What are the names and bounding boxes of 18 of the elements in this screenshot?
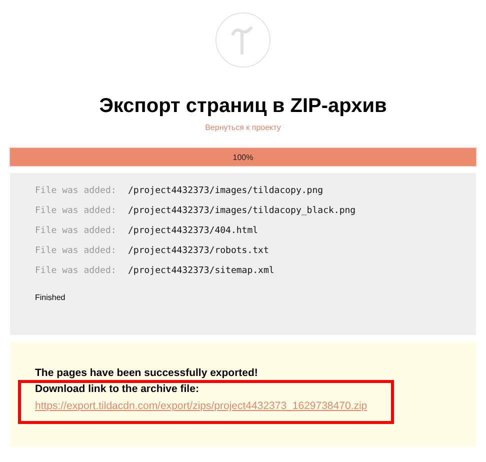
log-prefix: File was added:: [35, 206, 118, 216]
download-link[interactable]: https://export.tildacdn.com/export/zips/project4432373_1629738470.zip: [35, 400, 368, 412]
logo-icon: [215, 12, 271, 68]
log-path: /project4432373/robots.txt: [128, 246, 269, 256]
log-prefix: File was added:: [35, 266, 118, 276]
download-label: Download link to the archive file:: [35, 383, 200, 396]
log-prefix: File was added:: [35, 186, 118, 196]
log-prefix: File was added:: [35, 246, 118, 256]
progress-label: 100%: [232, 152, 254, 162]
log-status: Finished: [35, 293, 66, 302]
log-path: /project4432373/images/tildacopy.png: [128, 186, 324, 196]
success-message: The pages have been successfully exported!: [35, 367, 259, 380]
log-path: /project4432373/images/tildacopy_black.png: [128, 206, 356, 216]
log-prefix: File was added:: [35, 226, 118, 236]
log-path: /project4432373/sitemap.xml: [128, 266, 274, 276]
back-link[interactable]: Вернуться к проекту: [205, 122, 281, 134]
log-path: /project4432373/404.html: [128, 226, 258, 236]
page-title: Экспорт страниц в ZIP-архив: [99, 94, 387, 118]
